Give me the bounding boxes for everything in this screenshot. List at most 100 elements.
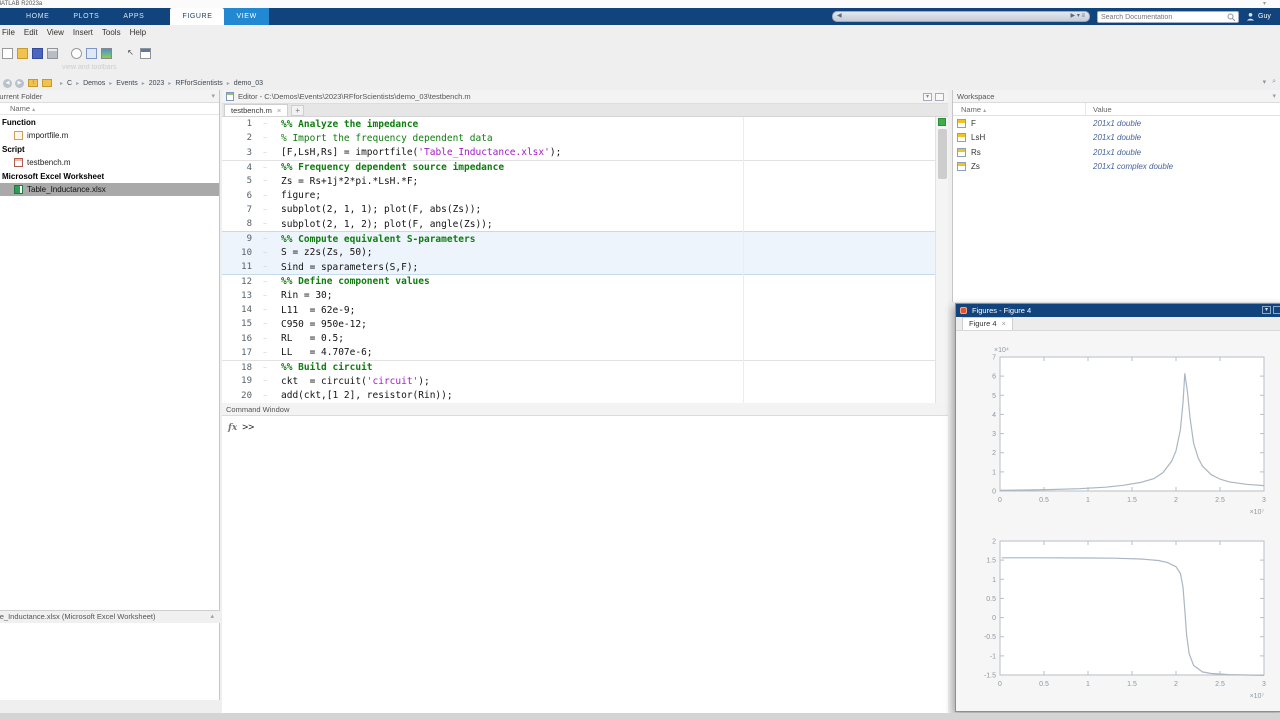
new-figure-icon[interactable] (86, 48, 97, 59)
breakpoint-gutter[interactable]: – (258, 236, 272, 242)
breadcrumb-item[interactable]: demo_03 (234, 80, 263, 87)
breakpoint-gutter[interactable]: – (258, 193, 272, 199)
plot-impedance-phase[interactable]: 00.511.522.53-1.5-1-0.500.511.52×10⁷ (976, 527, 1276, 703)
colormap-icon[interactable] (101, 48, 112, 59)
plot-axes[interactable]: 00.511.522.53-1.5-1-0.500.511.52×10⁷ (976, 527, 1276, 703)
quick-access-icons[interactable]: ▶ ▾ ≡ (1071, 12, 1085, 21)
code-line[interactable]: 17–LL = 4.707e-6; (222, 346, 935, 360)
expand-details-icon[interactable]: ▴ (210, 611, 214, 623)
code-area[interactable]: 1–%% Analyze the impedance2–% Import the… (222, 117, 935, 403)
menu-edit[interactable]: Edit (24, 28, 38, 42)
file-item[interactable]: importfile.m (0, 129, 219, 142)
tab-figure-4[interactable]: Figure 4 × (962, 317, 1013, 330)
figures-maximize-icon[interactable] (1273, 306, 1280, 314)
new-document-icon[interactable] (2, 48, 13, 59)
command-window-header[interactable]: Command Window (222, 403, 948, 416)
editor-maximize-icon[interactable] (935, 93, 944, 101)
ribbon-tab-figure[interactable]: FIGURE (170, 8, 224, 25)
up-folder-icon[interactable]: ↑ (28, 79, 38, 87)
plot-axes[interactable]: 00.511.522.5301234567×10⁴×10⁷ (976, 343, 1276, 519)
close-figure-icon[interactable]: × (1002, 318, 1006, 330)
code-line[interactable]: 9–%% Compute equivalent S-parameters (222, 231, 935, 245)
file-item[interactable]: testbench.m (0, 156, 219, 169)
pointer-icon[interactable]: ↖ (125, 48, 136, 59)
breakpoint-gutter[interactable]: – (258, 207, 272, 213)
code-line[interactable]: 8–subplot(2, 1, 2); plot(F, angle(Zs)); (222, 217, 935, 231)
back-icon[interactable]: ◀ (3, 79, 12, 88)
code-line[interactable]: 4–%% Frequency dependent source impedanc… (222, 160, 935, 174)
breakpoint-gutter[interactable]: – (258, 150, 272, 156)
workspace-variable-row[interactable]: Rs201x1 double (953, 145, 1280, 160)
panel-menu-icon[interactable]: ▾ (211, 90, 215, 103)
editor-header[interactable]: Editor - C:\Demos\Events\2023\RFforScien… (222, 90, 948, 104)
folder-column-header[interactable]: Name ▴ (0, 103, 219, 115)
code-line[interactable]: 20–add(ckt,[1 2], resistor(Rin)); (222, 389, 935, 403)
breakpoint-gutter[interactable]: – (258, 365, 272, 371)
ribbon-tab-home[interactable]: HOME (14, 8, 61, 25)
user-account[interactable]: Guy (1246, 10, 1271, 23)
code-line[interactable]: 10–S = z2s(Zs, 50); (222, 246, 935, 260)
new-tab-button[interactable]: + (291, 105, 304, 116)
editor-menu-icon[interactable]: ▾ (923, 93, 932, 101)
workspace-variable-row[interactable]: LsH201x1 double (953, 131, 1280, 146)
breakpoint-gutter[interactable]: – (258, 279, 272, 285)
breakpoint-gutter[interactable]: – (258, 378, 272, 384)
code-line[interactable]: 5–Zs = Rs+1j*2*pi.*LsH.*F; (222, 174, 935, 188)
breakpoint-gutter[interactable]: – (258, 165, 272, 171)
breakpoint-gutter[interactable]: – (258, 221, 272, 227)
current-folder-header[interactable]: Current Folder ▾ (0, 90, 219, 103)
figures-menu-icon[interactable]: ▾ (1262, 306, 1271, 314)
breakpoint-gutter[interactable]: – (258, 121, 272, 127)
file-details-bar[interactable]: Table_Inductance.xlsx (Microsoft Excel W… (0, 610, 220, 623)
code-line[interactable]: 18–%% Build circuit (222, 360, 935, 374)
editor-scrollbar[interactable] (935, 117, 948, 403)
breakpoint-gutter[interactable]: – (258, 321, 272, 327)
ribbon-tab-view[interactable]: VIEW (224, 8, 268, 25)
workspace-header[interactable]: Workspace ▾ (953, 90, 1280, 103)
breakpoint-gutter[interactable]: – (258, 293, 272, 299)
menu-tools[interactable]: Tools (102, 28, 121, 42)
forward-icon[interactable]: ▶ (15, 79, 24, 88)
menu-help[interactable]: Help (130, 28, 146, 42)
column-divider[interactable] (1085, 103, 1086, 115)
code-line[interactable]: 19–ckt = circuit('circuit'); (222, 374, 935, 388)
workspace-column-header[interactable]: Name ▴ Value (953, 103, 1280, 116)
code-line[interactable]: 6–figure; (222, 188, 935, 202)
ribbon-tab-plots[interactable]: PLOTS (61, 8, 111, 25)
close-tab-icon[interactable]: × (277, 105, 281, 116)
code-line[interactable]: 11–Sind = sparameters(S,F); (222, 260, 935, 274)
menu-file[interactable]: File (2, 28, 15, 42)
breakpoint-gutter[interactable]: – (258, 336, 272, 342)
fx-icon[interactable]: fx (228, 423, 237, 433)
plot-impedance-magnitude[interactable]: 00.511.522.5301234567×10⁴×10⁷ (976, 343, 1276, 519)
breakpoint-gutter[interactable]: – (258, 250, 272, 256)
print-icon[interactable] (47, 48, 58, 59)
breadcrumb-item[interactable]: 2023 (149, 80, 165, 87)
command-window[interactable]: Command Window fx >> (222, 403, 948, 713)
tab-testbench[interactable]: testbench.m × (224, 104, 288, 116)
scroll-left-icon[interactable]: ◀ (837, 12, 842, 21)
breakpoint-gutter[interactable]: – (258, 350, 272, 356)
code-line[interactable]: 13–Rin = 30; (222, 289, 935, 303)
code-line[interactable]: 7–subplot(2, 1, 1); plot(F, abs(Zs)); (222, 203, 935, 217)
code-line[interactable]: 16–RL = 0.5; (222, 331, 935, 345)
workspace-variable-row[interactable]: Zs201x1 complex double (953, 160, 1280, 175)
code-line[interactable]: 15–C950 = 950e-12; (222, 317, 935, 331)
breadcrumb-item[interactable]: Events (116, 80, 137, 87)
breakpoint-gutter[interactable]: – (258, 307, 272, 313)
quick-access-toolbar[interactable]: ◀ ▶ ▾ ≡ (832, 11, 1090, 22)
collapse-ribbon-icon[interactable]: ▾ (1263, 0, 1266, 8)
search-input[interactable] (1098, 14, 1227, 21)
scrollbar-thumb[interactable] (938, 129, 947, 179)
breakpoint-gutter[interactable]: – (258, 264, 272, 270)
open-folder-icon[interactable] (17, 48, 28, 59)
file-item[interactable]: Table_Inductance.xlsx (0, 183, 219, 196)
dock-window-icon[interactable] (140, 48, 151, 59)
zoom-icon[interactable] (71, 48, 82, 59)
address-dropdown-icon[interactable]: ▾ (1263, 78, 1267, 86)
command-prompt[interactable]: fx >> (228, 422, 948, 433)
code-analyzer-indicator[interactable] (938, 118, 946, 126)
workspace-menu-icon[interactable]: ▾ (1272, 90, 1276, 103)
breadcrumb-item[interactable]: C (67, 80, 72, 87)
menu-view[interactable]: View (47, 28, 64, 42)
